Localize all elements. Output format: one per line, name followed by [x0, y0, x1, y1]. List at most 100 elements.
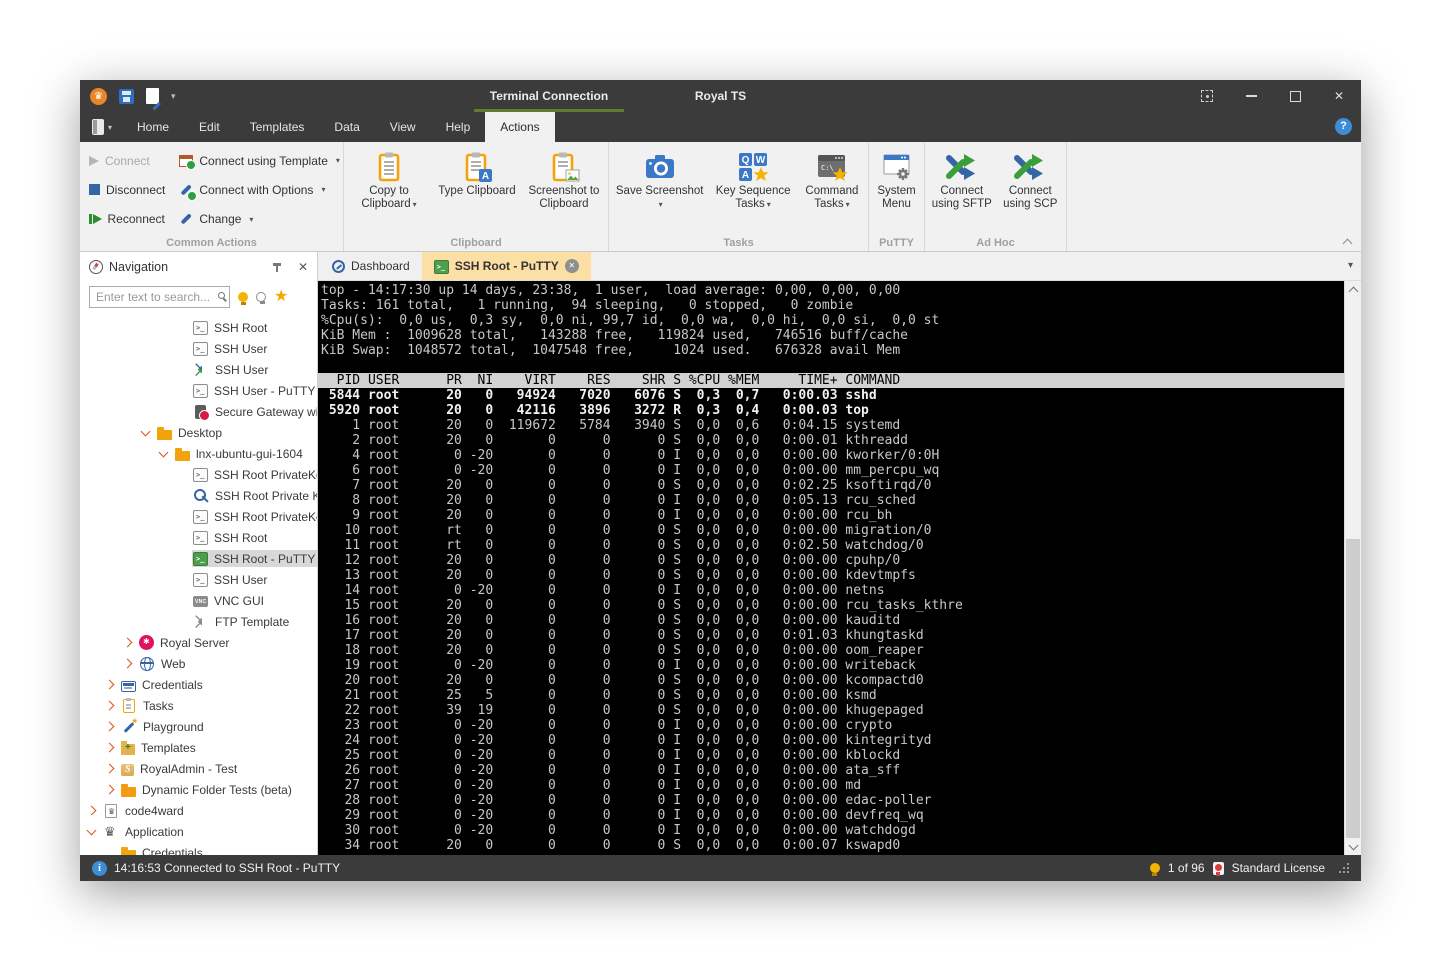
connect-using-template-button[interactable]: Connect using Template▾ — [174, 149, 345, 173]
tree-item-icon — [193, 384, 208, 398]
tree-item-label: Application — [125, 825, 184, 839]
tree-item[interactable]: Playground — [80, 716, 317, 737]
navigation-close-icon[interactable]: ✕ — [298, 260, 308, 274]
tree-item[interactable]: code4ward — [80, 800, 317, 821]
svg-text:W: W — [756, 155, 766, 166]
screenshot-to-clipboard-button[interactable]: Screenshot to Clipboard — [524, 146, 604, 234]
tree-item[interactable]: SSH User — [80, 569, 317, 590]
ribbon-tab[interactable]: Data — [319, 112, 374, 142]
tree-chevron-icon[interactable] — [105, 680, 115, 690]
tree-item-icon — [121, 764, 134, 776]
application-menu-button[interactable]: ▾ — [80, 112, 122, 142]
disconnect-button[interactable]: Disconnect — [84, 178, 170, 202]
tree-item[interactable]: SSH Root — [80, 527, 317, 548]
tree-item[interactable]: SSH User — [80, 338, 317, 359]
tree-item[interactable]: Secure Gateway with — [80, 401, 317, 422]
tree-item[interactable]: VNC GUI — [80, 590, 317, 611]
session-tab[interactable]: Dashboard ✕ — [320, 252, 422, 280]
minimize-button[interactable] — [1229, 80, 1273, 112]
tree-item-label: Web — [161, 657, 185, 671]
tree-chevron-icon[interactable] — [123, 659, 133, 669]
tree-item[interactable]: SSH User - PuTTY — [80, 380, 317, 401]
search-input[interactable] — [89, 286, 230, 308]
tree-item[interactable]: Templates — [80, 737, 317, 758]
ribbon-collapse-button[interactable] — [1343, 237, 1351, 245]
terminal-scrollbar[interactable] — [1344, 281, 1361, 855]
tab-close-button[interactable]: ✕ — [565, 259, 579, 273]
favorites-star-icon[interactable]: ★ — [274, 290, 288, 304]
new-document-icon[interactable] — [146, 88, 159, 104]
tree-item[interactable]: SSH User — [80, 359, 317, 380]
status-bulb-icon — [1150, 863, 1160, 873]
tree-item[interactable]: SSH Root PrivateKey — [80, 464, 317, 485]
connect-button[interactable]: Connect — [84, 149, 170, 173]
command-tasks-button[interactable]: C:\ Command Tasks▾ — [800, 146, 864, 234]
tree-item[interactable]: SSH Root Private Ke — [80, 485, 317, 506]
reconnect-button[interactable]: Reconnect — [84, 207, 170, 231]
tree-item[interactable]: lnx-ubuntu-gui-1604 — [80, 443, 317, 464]
tree-item-icon — [193, 468, 208, 482]
tree-chevron-icon[interactable] — [105, 722, 115, 732]
window-controls: ✕ — [1185, 80, 1361, 112]
tree-chevron-icon[interactable] — [87, 806, 97, 816]
maximize-button[interactable] — [1273, 80, 1317, 112]
tree-item[interactable]: Credentials — [80, 674, 317, 695]
change-button[interactable]: Change▾ — [174, 207, 345, 231]
help-button[interactable]: ? — [1335, 118, 1352, 135]
scroll-up-icon[interactable] — [1345, 281, 1361, 298]
pin-icon[interactable] — [272, 262, 282, 272]
tree-item-icon — [195, 405, 206, 419]
tree-chevron-icon[interactable] — [159, 447, 169, 457]
app-logo-icon[interactable]: ♛ — [90, 88, 107, 105]
connect-with-options-button[interactable]: Connect with Options▾ — [174, 178, 345, 202]
copy-to-clipboard-button[interactable]: Copy to Clipboard▾ — [348, 146, 430, 234]
session-tab[interactable]: SSH Root - PuTTY ✕ — [422, 252, 591, 280]
tree-chevron-icon[interactable] — [105, 785, 115, 795]
ribbon-tab[interactable]: Actions — [485, 112, 554, 142]
qat-dropdown-caret-icon[interactable]: ▾ — [171, 91, 176, 102]
tree-item[interactable]: Application — [80, 821, 317, 842]
connect-using-scp-button[interactable]: Connect using SCP — [999, 146, 1063, 234]
tree-chevron-icon[interactable] — [105, 743, 115, 753]
filter-bulb-off-icon[interactable] — [256, 292, 266, 302]
system-menu-button[interactable]: System Menu — [873, 146, 920, 234]
process-row: 12 root 20 0 0 0 0 S 0,0 0,0 0:00.00 cpu… — [318, 553, 1344, 568]
save-screenshot-button[interactable]: Save Screenshot▾ — [613, 146, 706, 234]
tree-chevron-icon[interactable] — [87, 825, 97, 835]
ribbon-tab[interactable]: Edit — [184, 112, 235, 142]
tree-chevron-icon[interactable] — [123, 638, 133, 648]
tree-item[interactable]: Credentials — [80, 842, 317, 855]
tree-item[interactable]: SSH Root PrivateKey — [80, 506, 317, 527]
tree-item[interactable]: SSH Root - PuTTY — [80, 548, 317, 569]
focus-mode-button[interactable] — [1185, 80, 1229, 112]
tab-list-caret-icon[interactable]: ▾ — [1348, 260, 1353, 271]
connect-using-sftp-button[interactable]: Connect using SFTP — [929, 146, 995, 234]
tree-chevron-icon[interactable] — [141, 426, 151, 436]
tree-item[interactable]: SSH Root — [80, 317, 317, 338]
scroll-down-icon[interactable] — [1345, 838, 1361, 855]
resize-grip[interactable] — [1339, 863, 1349, 873]
ribbon-tab[interactable]: Home — [122, 112, 184, 142]
type-clipboard-button[interactable]: A Type Clipboard — [434, 146, 520, 234]
ribbon-tab[interactable]: View — [375, 112, 431, 142]
tree-item[interactable]: Tasks — [80, 695, 317, 716]
tree-item-label: SSH User — [215, 363, 268, 377]
key-sequence-tasks-button[interactable]: QWA Key Sequence Tasks▾ — [708, 146, 797, 234]
filter-bulb-on-icon[interactable] — [238, 292, 248, 302]
tree-item[interactable]: FTP Template — [80, 611, 317, 632]
process-row: 19 root 0 -20 0 0 0 I 0,0 0,0 0:00.00 wr… — [318, 658, 1344, 673]
tree-item[interactable]: Desktop — [80, 422, 317, 443]
session-tab-bar: Dashboard ✕ SSH Root - PuTTY ✕ ▾ — [318, 252, 1361, 281]
tree-item[interactable]: RoyalAdmin - Test — [80, 758, 317, 779]
close-button[interactable]: ✕ — [1317, 80, 1361, 112]
putty-terminal[interactable]: top - 14:17:30 up 14 days, 23:38, 1 user… — [318, 281, 1361, 855]
tree-item[interactable]: Web — [80, 653, 317, 674]
ribbon-tab[interactable]: Help — [431, 112, 486, 142]
tree-chevron-icon[interactable] — [105, 764, 115, 774]
tree-item[interactable]: Royal Server — [80, 632, 317, 653]
tree-chevron-icon[interactable] — [105, 701, 115, 711]
scrollbar-thumb[interactable] — [1346, 539, 1360, 837]
save-icon[interactable] — [119, 89, 134, 104]
tree-item[interactable]: Dynamic Folder Tests (beta) — [80, 779, 317, 800]
ribbon-tab[interactable]: Templates — [235, 112, 320, 142]
